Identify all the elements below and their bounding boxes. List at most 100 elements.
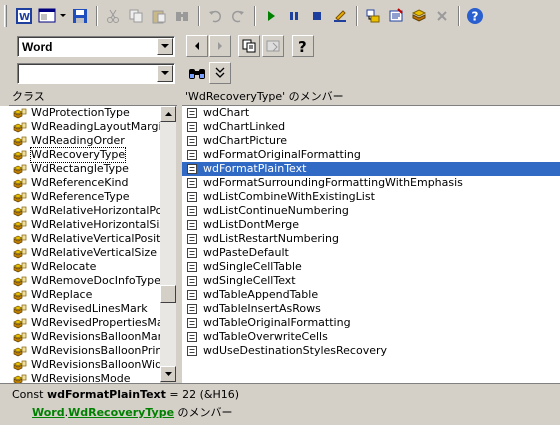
class-list-item[interactable]: WdRelativeHorizontalPos <box>0 204 160 218</box>
go-forward-button[interactable] <box>209 35 231 57</box>
enum-class-icon <box>13 232 27 246</box>
member-list-item-label: wdTableAppendTable <box>203 288 319 301</box>
class-list-item[interactable]: WdRevisionsBalloonPrint <box>0 344 160 358</box>
library-link[interactable]: Word <box>32 406 65 419</box>
member-list-item[interactable]: wdSingleCellText <box>182 274 560 288</box>
class-list-item[interactable]: WdRevisionsBalloonMarg <box>0 330 160 344</box>
class-list-item-label: WdReadingLayoutMargin <box>31 120 160 133</box>
class-list-item-label: WdRevisedPropertiesMar <box>31 316 160 329</box>
class-list-item-label: WdRelativeHorizontalPos <box>31 204 160 217</box>
member-list-item[interactable]: wdTableAppendTable <box>182 288 560 302</box>
library-combo-dropdown-button[interactable] <box>157 38 173 55</box>
word-app-icon[interactable]: W <box>13 5 35 27</box>
member-list-item[interactable]: wdListRestartNumbering <box>182 232 560 246</box>
member-list-item[interactable]: wdUseDestinationStylesRecovery <box>182 344 560 358</box>
class-list-item[interactable]: WdReadingLayoutMargin <box>0 120 160 134</box>
member-list-item[interactable]: wdFormatPlainText <box>182 162 560 176</box>
class-list-item[interactable]: WdRevisionsBalloonWidtl <box>0 358 160 372</box>
class-list-item[interactable]: WdRevisionsMode <box>0 372 160 383</box>
class-list-item-label: WdRevisionsBalloonPrint <box>31 344 160 357</box>
help-button[interactable]: ? <box>292 35 314 57</box>
enum-constant-icon <box>185 302 199 316</box>
copy-icon[interactable] <box>125 5 147 27</box>
scroll-up-button[interactable] <box>160 106 176 122</box>
member-definition: Const wdFormatPlainText = 22 (&H16) <box>12 388 560 404</box>
class-list-item[interactable]: WdRectangleType <box>0 162 160 176</box>
member-list-item-label: wdChart <box>203 106 250 119</box>
search-button[interactable] <box>186 62 208 84</box>
cut-icon[interactable] <box>102 5 124 27</box>
view-code-icon[interactable] <box>36 5 58 27</box>
enum-class-icon <box>13 176 27 190</box>
run-icon[interactable] <box>260 5 282 27</box>
member-list-item-label: wdListDontMerge <box>203 218 300 231</box>
enum-class-icon <box>13 148 27 162</box>
enum-constant-icon <box>185 246 199 260</box>
project-explorer-icon[interactable] <box>362 5 384 27</box>
break-icon[interactable] <box>283 5 305 27</box>
class-list-item[interactable]: WdReplace <box>0 288 160 302</box>
class-list-item[interactable]: WdRelativeVerticalSize <box>0 246 160 260</box>
details-pane: Const wdFormatPlainText = 22 (&H16) Word… <box>0 383 560 425</box>
member-list-item[interactable]: wdChart <box>182 106 560 120</box>
view-definition-button[interactable] <box>262 35 284 57</box>
chevron-down-icon <box>161 71 169 75</box>
object-browser-icon[interactable] <box>408 5 430 27</box>
class-list-item[interactable]: WdRelativeVerticalPositi <box>0 232 160 246</box>
members-list[interactable]: wdChart wdChartLinked wdChartPicture wdForm… <box>182 106 560 383</box>
class-list-item-label: WdReferenceKind <box>31 176 129 189</box>
copy-to-clipboard-button[interactable] <box>238 35 260 57</box>
member-list-item[interactable]: wdPasteDefault <box>182 246 560 260</box>
member-list-item[interactable]: wdSingleCellTable <box>182 260 560 274</box>
member-list-item-label: wdTableOverwriteCells <box>203 330 328 343</box>
insert-dropdown-icon[interactable] <box>59 5 67 27</box>
undo-icon[interactable] <box>204 5 226 27</box>
class-list-item-label: WdRevisedLinesMark <box>31 302 148 315</box>
scroll-down-button[interactable] <box>160 366 176 382</box>
reset-icon[interactable] <box>306 5 328 27</box>
paste-icon[interactable] <box>148 5 170 27</box>
member-list-item[interactable]: wdTableOverwriteCells <box>182 330 560 344</box>
member-list-item[interactable]: wdChartLinked <box>182 120 560 134</box>
design-mode-icon[interactable] <box>329 5 351 27</box>
member-list-item[interactable]: wdChartPicture <box>182 134 560 148</box>
member-list-item[interactable]: wdTableOriginalFormatting <box>182 316 560 330</box>
class-list-item[interactable]: WdReferenceType <box>0 190 160 204</box>
class-list-item[interactable]: WdRelocate <box>0 260 160 274</box>
library-combo[interactable]: Word <box>17 36 175 57</box>
go-back-button[interactable] <box>186 35 208 57</box>
class-list-item[interactable]: WdRevisedLinesMark <box>0 302 160 316</box>
find-icon[interactable] <box>171 5 193 27</box>
class-list-item[interactable]: WdRevisedPropertiesMar <box>0 316 160 330</box>
enum-constant-icon <box>185 232 199 246</box>
class-list-item[interactable]: WdRelativeHorizontalSize <box>0 218 160 232</box>
member-list-item[interactable]: wdTableInsertAsRows <box>182 302 560 316</box>
class-list-item[interactable]: WdProtectionType <box>0 106 160 120</box>
double-chevron-down-icon <box>215 67 225 78</box>
toolbox-icon[interactable] <box>431 5 453 27</box>
member-list-item[interactable]: wdFormatSurroundingFormattingWithEmphasi… <box>182 176 560 190</box>
member-list-item-label: wdPasteDefault <box>203 246 289 259</box>
member-list-item[interactable]: wdFormatOriginalFormatting <box>182 148 560 162</box>
save-icon[interactable] <box>69 5 91 27</box>
redo-icon[interactable] <box>227 5 249 27</box>
class-list-item[interactable]: WdRecoveryType <box>0 147 160 163</box>
member-of-suffix: のメンバー <box>174 406 233 419</box>
class-list-item[interactable]: WdRemoveDocInfoType <box>0 274 160 288</box>
member-list-item-label: wdFormatOriginalFormatting <box>203 148 361 161</box>
class-list-item[interactable]: WdReferenceKind <box>0 176 160 190</box>
show-search-results-button[interactable] <box>209 62 231 84</box>
properties-icon[interactable] <box>385 5 407 27</box>
search-combo[interactable] <box>17 63 175 84</box>
member-list-item[interactable]: wdListCombineWithExistingList <box>182 190 560 204</box>
classes-scrollbar[interactable] <box>160 106 176 382</box>
search-combo-dropdown-button[interactable] <box>157 65 173 82</box>
classes-list[interactable]: WdProtectionType WdReadingLayoutMargin WdR… <box>0 106 160 383</box>
class-link[interactable]: WdRecoveryType <box>68 406 174 419</box>
scroll-thumb[interactable] <box>160 285 176 303</box>
toolbar-grip[interactable] <box>4 5 7 27</box>
member-list-item[interactable]: wdListContinueNumbering <box>182 204 560 218</box>
member-list-item[interactable]: wdListDontMerge <box>182 218 560 232</box>
class-list-item[interactable]: WdReadingOrder <box>0 134 160 148</box>
help-icon[interactable]: ? <box>464 5 486 27</box>
